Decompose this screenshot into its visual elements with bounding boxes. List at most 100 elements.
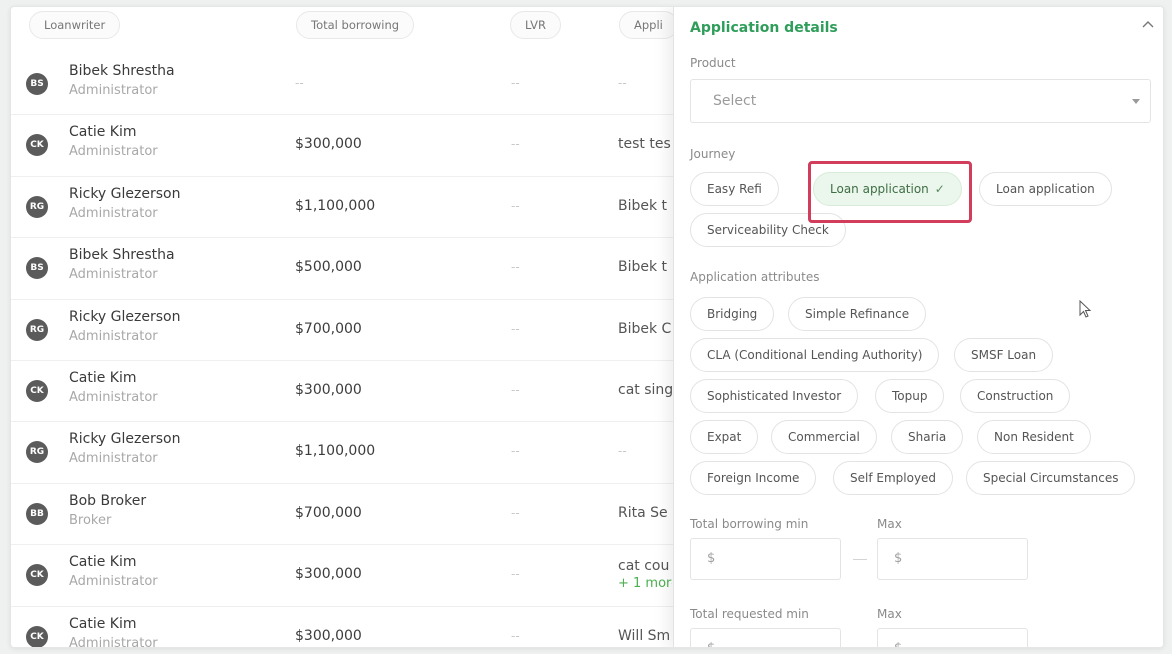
total-borrowing-cell: $1,100,000 <box>295 443 376 460</box>
table-header: Loanwriter Total borrowing LVR Appli <box>11 7 701 49</box>
loanwriter-role: Administrator <box>69 451 158 467</box>
application-cell: cat cou+ 1 more <box>618 557 672 593</box>
attribute-chip[interactable]: Sharia <box>891 420 964 454</box>
application-name: -- <box>618 76 627 90</box>
table-row[interactable]: CK Catie Kim Administrator $300,000 -- cat co… <box>11 545 701 607</box>
total-borrowing-cell: $300,000 <box>295 627 362 644</box>
attribute-chip[interactable]: Simple Refinance <box>788 297 927 331</box>
journey-chip[interactable]: Easy Refi <box>690 172 779 206</box>
column-header-lvr[interactable]: LVR <box>510 11 562 39</box>
application-name: Bibek t <box>618 259 668 276</box>
total-borrowing-cell: $300,000 <box>295 566 362 583</box>
application-cell: Will Sm <box>618 628 672 644</box>
application-details-panel: Application details Product Select Journ… <box>673 7 1163 647</box>
column-header-loanwriter[interactable]: Loanwriter <box>29 11 121 39</box>
loanwriter-name: Catie Kim <box>69 615 137 632</box>
avatar: RG <box>26 195 48 218</box>
range-separator <box>853 559 867 560</box>
journey-label: Journey <box>690 147 736 161</box>
total-borrowing-min-label: Total borrowing min <box>690 517 809 531</box>
total-borrowing-max-input[interactable]: $ <box>877 538 1028 580</box>
application-cell: -- <box>618 444 672 458</box>
application-name: Bibek t <box>618 197 668 214</box>
application-cell: -- <box>618 76 672 90</box>
attribute-chip[interactable]: Special Circumstances <box>966 461 1136 495</box>
lvr-cell: -- <box>511 628 520 643</box>
lvr-cell: -- <box>511 567 520 582</box>
more-link[interactable]: + 1 more <box>618 575 672 593</box>
column-header-total-borrowing[interactable]: Total borrowing <box>296 11 415 39</box>
total-borrowing-cell: $300,000 <box>295 382 362 398</box>
product-select-value: Select <box>713 93 757 109</box>
table-row[interactable]: RG Ricky Glezerson Administrator $700,000 --… <box>11 300 701 361</box>
loanwriter-name: Catie Kim <box>69 124 137 141</box>
application-cell: Bibek t <box>618 259 672 275</box>
table-row[interactable]: BS Bibek Shrestha Administrator $500,000 -- B… <box>11 238 701 300</box>
total-borrowing-cell: $700,000 <box>295 320 362 337</box>
table-row[interactable]: BB Bob Broker Broker $700,000 -- Rita Se <box>11 484 701 546</box>
product-label: Product <box>690 56 736 70</box>
total-requested-min-label: Total requested min <box>690 607 809 621</box>
application-cell: Bibek t <box>618 198 672 214</box>
table-row[interactable]: BS Bibek Shrestha Administrator -- -- -- <box>11 54 701 116</box>
avatar: BS <box>26 257 48 280</box>
total-borrowing-min-input[interactable]: $ <box>690 538 841 580</box>
loanwriter-name: Catie Kim <box>69 370 137 386</box>
application-name: Will Sm <box>618 627 671 644</box>
caret-down-icon <box>1132 99 1140 104</box>
table-row[interactable]: CK Catie Kim Administrator $300,000 -- cat si… <box>11 361 701 423</box>
total-borrowing-max-label: Max <box>877 517 902 531</box>
app-frame: Loanwriter Total borrowing LVR Appli BS B… <box>10 6 1164 648</box>
attribute-chip[interactable]: Sophisticated Investor <box>690 379 859 413</box>
application-cell: Rita Se <box>618 505 672 521</box>
total-borrowing-cell: $1,100,000 <box>295 197 376 214</box>
table-row[interactable]: RG Ricky Glezerson Administrator $1,100,000… <box>11 422 701 484</box>
attribute-chip[interactable]: SMSF Loan <box>954 338 1054 372</box>
loanwriter-role: Administrator <box>69 144 158 160</box>
journey-chip[interactable]: Serviceability Check <box>690 213 846 247</box>
table-row[interactable]: CK Catie Kim Administrator $300,000 -- test t… <box>11 115 701 177</box>
total-borrowing-cell: $500,000 <box>295 259 362 276</box>
loanwriter-name: Bob Broker <box>69 492 147 509</box>
attribute-chip[interactable]: Self Employed <box>833 461 954 495</box>
lvr-cell: -- <box>511 321 520 336</box>
attribute-chip[interactable]: Topup <box>875 379 945 413</box>
applications-table: Loanwriter Total borrowing LVR Appli BS B… <box>11 7 701 647</box>
attribute-chip[interactable]: Foreign Income <box>690 461 817 495</box>
application-name: Rita Se <box>618 504 668 521</box>
attribute-chip[interactable]: Bridging <box>690 297 775 331</box>
loanwriter-name: Bibek Shrestha <box>69 63 175 79</box>
attribute-chip[interactable]: Construction <box>960 379 1071 413</box>
total-borrowing-cell: $700,000 <box>295 504 362 521</box>
loanwriter-name: Catie Kim <box>69 554 137 571</box>
panel-title: Application details <box>690 20 838 36</box>
attribute-chip[interactable]: CLA (Conditional Lending Authority) <box>690 338 940 372</box>
journey-chip-label: Loan application <box>996 182 1095 196</box>
product-select[interactable]: Select <box>690 79 1151 123</box>
avatar: BB <box>26 502 48 525</box>
attribute-chip[interactable]: Expat <box>690 420 759 454</box>
table-row[interactable]: CK Catie Kim Administrator $300,000 -- Will S… <box>11 607 701 647</box>
application-name: -- <box>618 444 627 459</box>
application-name: Bibek C <box>618 320 672 337</box>
total-borrowing-cell: -- <box>295 76 304 90</box>
table-row[interactable]: RG Ricky Glezerson Administrator $1,100,000… <box>11 177 701 239</box>
total-requested-max-input[interactable]: $ <box>877 628 1028 647</box>
attribute-chip[interactable]: Non Resident <box>977 420 1091 454</box>
journey-chip[interactable]: Loan application <box>979 172 1112 206</box>
total-borrowing-cell: $300,000 <box>295 136 362 153</box>
lvr-cell: -- <box>511 76 520 90</box>
lvr-cell: -- <box>511 137 520 152</box>
application-cell: Bibek C <box>618 321 672 337</box>
chevron-up-icon[interactable] <box>1140 17 1156 33</box>
loanwriter-role: Administrator <box>69 390 158 405</box>
attribute-chip[interactable]: Commercial <box>771 420 877 454</box>
journey-chip[interactable]: Loan application ✓ <box>813 172 962 206</box>
application-name: cat cou <box>618 558 670 575</box>
avatar: CK <box>26 380 48 402</box>
avatar: CK <box>26 134 48 157</box>
total-requested-min-input[interactable]: $ <box>690 628 841 647</box>
column-header-application[interactable]: Appli <box>619 11 678 39</box>
lvr-cell: -- <box>511 198 520 213</box>
avatar: BS <box>26 73 48 95</box>
